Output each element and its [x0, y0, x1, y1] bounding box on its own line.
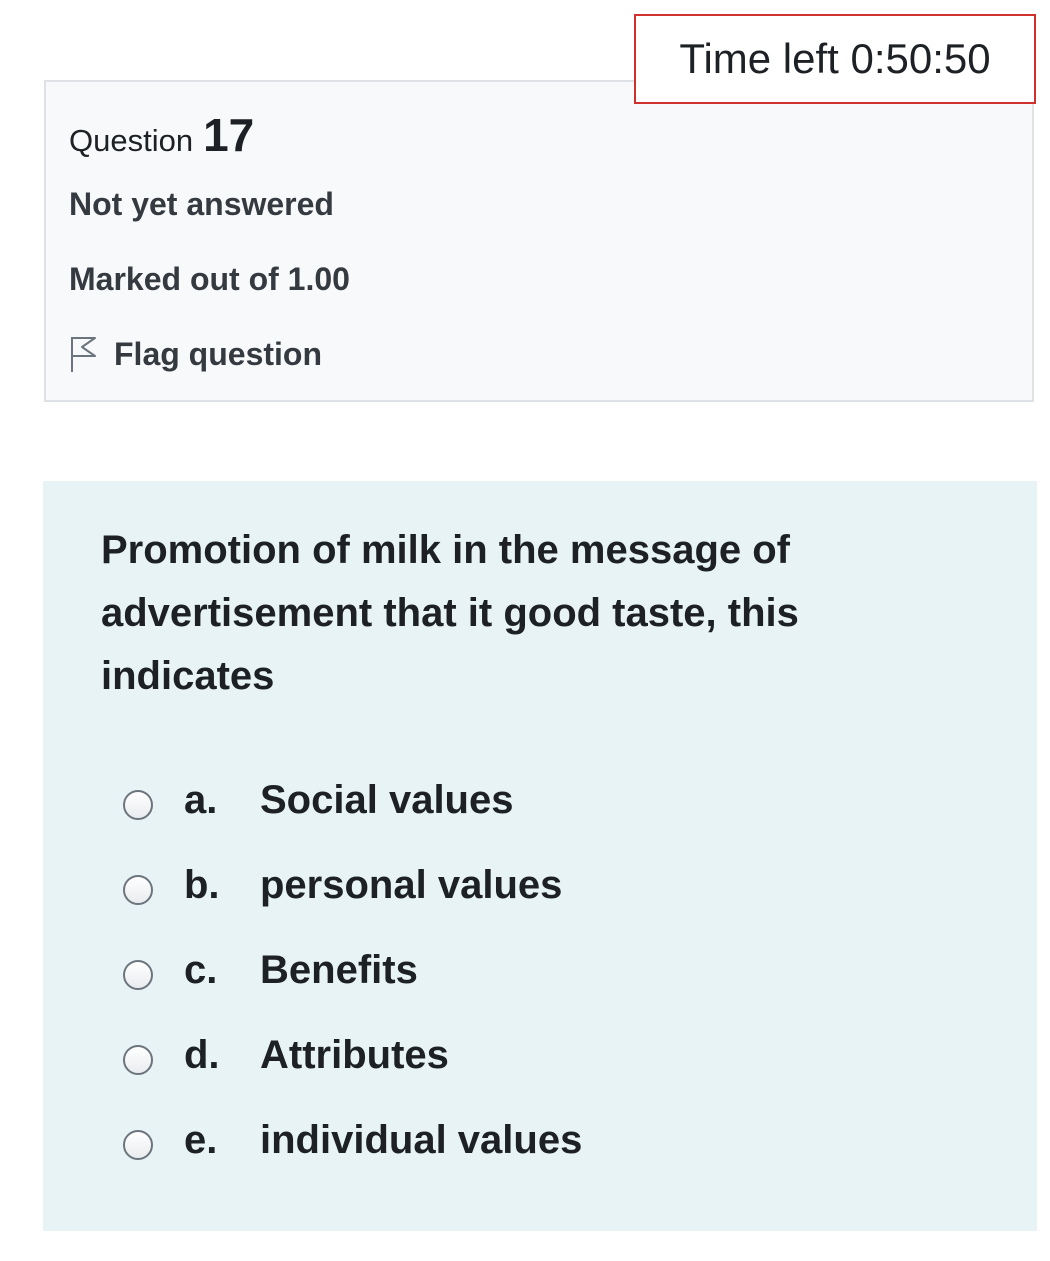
- radio-button[interactable]: [123, 789, 153, 820]
- answer-letter: e.: [184, 1118, 218, 1162]
- radio-button[interactable]: [123, 959, 153, 990]
- radio-button[interactable]: [123, 1044, 153, 1075]
- time-left-timer: Time left 0:50:50: [634, 14, 1036, 104]
- answer-option-d[interactable]: d. Attributes: [123, 1013, 582, 1098]
- question-grade: Marked out of 1.00: [69, 261, 350, 297]
- answer-letter: c.: [184, 948, 218, 992]
- radio-button[interactable]: [123, 1129, 153, 1160]
- answer-option-c[interactable]: c. Benefits: [123, 928, 582, 1013]
- answer-letter: a.: [184, 778, 218, 822]
- answer-option-b[interactable]: b. personal values: [123, 843, 582, 928]
- question-state: Not yet answered: [69, 186, 334, 222]
- radio-button[interactable]: [123, 874, 153, 905]
- answer-option-a[interactable]: a. Social values: [123, 758, 582, 843]
- flag-outline-icon: [71, 337, 96, 372]
- question-text: Promotion of milk in the message of adve…: [101, 528, 799, 698]
- answer-option-e[interactable]: e. individual values: [123, 1098, 582, 1183]
- answer-text[interactable]: Social values: [260, 778, 513, 823]
- answer-text[interactable]: individual values: [260, 1118, 582, 1163]
- answer-letter: b.: [184, 863, 220, 907]
- question-number: 17: [203, 109, 255, 161]
- answer-text[interactable]: Attributes: [260, 1033, 449, 1078]
- question-info-panel: Question 17 Not yet answered Marked out …: [44, 80, 1034, 402]
- question-number-heading: Question 17: [69, 108, 254, 162]
- answer-text[interactable]: Benefits: [260, 948, 418, 993]
- flag-question-link[interactable]: Flag question: [68, 334, 322, 374]
- answer-options: a. Social values b. personal values c. B…: [123, 758, 582, 1183]
- question-content-panel: Promotion of milk in the message of adve…: [43, 481, 1037, 1231]
- question-label: Question: [69, 123, 194, 158]
- answer-text[interactable]: personal values: [260, 863, 562, 908]
- answer-letter: d.: [184, 1033, 220, 1077]
- flag-question-label: Flag question: [114, 335, 322, 372]
